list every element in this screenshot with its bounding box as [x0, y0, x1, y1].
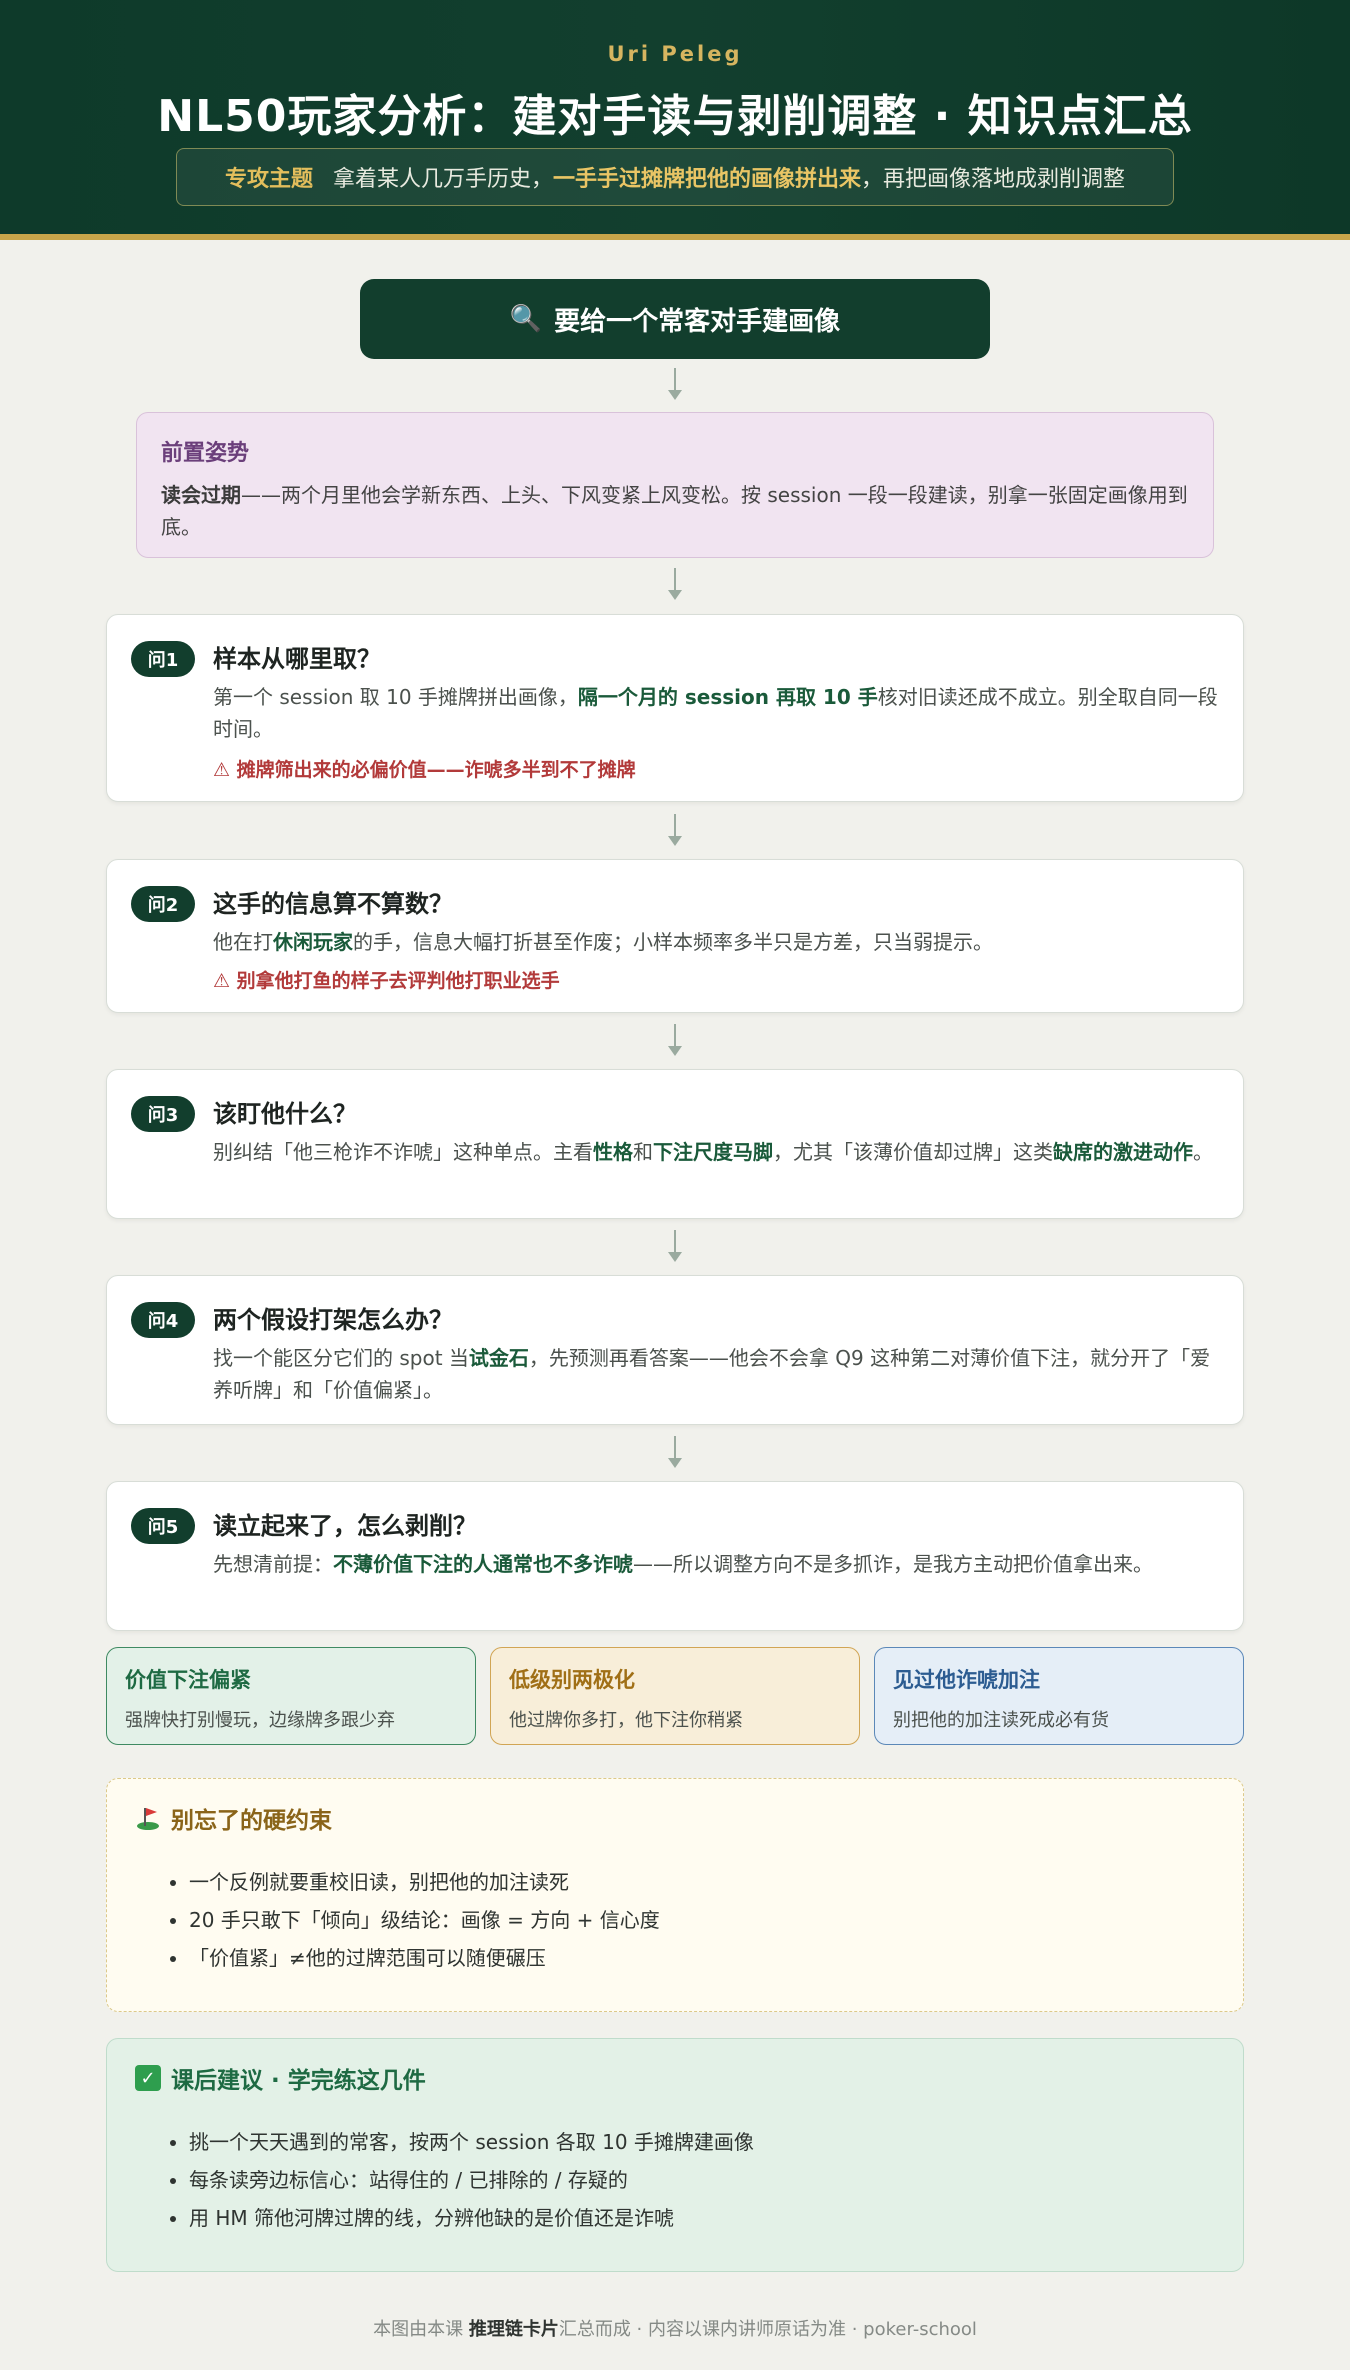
- body-bold: 缺席的激进动作: [1053, 1140, 1193, 1164]
- body-text: 他在打: [213, 930, 273, 954]
- body-text: 。: [1193, 1140, 1213, 1164]
- footer-bold: 推理链卡片: [468, 2319, 559, 2340]
- list-item: 每条读旁边标信心：站得住的 / 已排除的 / 存疑的: [189, 2161, 1215, 2199]
- footer: 本图由本课 推理链卡片汇总而成 · 内容以课内讲师原话为准 · poker-sc…: [0, 2315, 1350, 2341]
- body-bold: 不薄价值下注的人通常也不多诈唬: [333, 1552, 633, 1576]
- question-body: 第一个 session 取 10 手摊牌拼出画像，隔一个月的 session 再…: [213, 681, 1223, 745]
- footer-text: 汇总而成 · 内容以课内讲师原话为准 · poker-school: [558, 2319, 977, 2340]
- check-icon: ✓: [135, 2065, 161, 2091]
- body-bold: 性格: [593, 1140, 633, 1164]
- flow-arrow: [665, 1230, 685, 1266]
- list-item: 一个反例就要重校旧读，别把他的加注读死: [189, 1863, 1215, 1901]
- question-title: 样本从哪里取？: [213, 645, 381, 673]
- topic-text-post: ，再把画像落地成剥削调整: [861, 167, 1126, 192]
- option-seen-bluff-raise: 见过他诈唬加注 别把他的加注读死成必有货: [874, 1647, 1244, 1745]
- question-warning: ⚠ 摊牌筛出来的必偏价值——诈唬多半到不了摊牌: [213, 759, 636, 781]
- magnifier-icon: 🔍: [509, 304, 543, 334]
- body-text: ——所以调整方向不是多抓诈，是我方主动把价值拿出来。: [633, 1552, 1153, 1576]
- question-card-2: 问2 这手的信息算不算数？ 他在打休闲玩家的手，信息大幅打折甚至作废；小样本频率…: [106, 859, 1244, 1013]
- body-text: 第一个 session 取 10 手摊牌拼出画像，: [213, 685, 578, 709]
- author-name: Uri Peleg: [607, 42, 743, 66]
- question-card-1: 问1 样本从哪里取？ 第一个 session 取 10 手摊牌拼出画像，隔一个月…: [106, 614, 1244, 802]
- constraints-box: 别忘了的硬约束 一个反例就要重校旧读，别把他的加注读死 20 手只敢下「倾向」级…: [106, 1778, 1244, 2012]
- body-text: ，尤其「该薄价值却过牌」这类: [773, 1140, 1053, 1164]
- question-badge: 问2: [131, 886, 195, 922]
- question-card-4: 问4 两个假设打架怎么办？ 找一个能区分它们的 spot 当试金石，先预测再看答…: [106, 1275, 1244, 1425]
- topic-tag: 专攻主题: [224, 167, 313, 192]
- question-title: 该盯他什么？: [213, 1100, 357, 1128]
- body-bold: 休闲玩家: [273, 930, 353, 954]
- topic-text-pre: 拿着某人几万手历史，: [332, 167, 553, 192]
- constraints-title-row: 别忘了的硬约束: [135, 1801, 1215, 1835]
- question-badge: 问3: [131, 1096, 195, 1132]
- option-title: 价值下注偏紧: [125, 1668, 251, 1692]
- body-text: 找一个能区分它们的 spot 当: [213, 1346, 469, 1370]
- prerequisite-bold: 读会过期: [161, 483, 241, 507]
- question-body: 找一个能区分它们的 spot 当试金石，先预测再看答案——他会不会拿 Q9 这种…: [213, 1342, 1223, 1406]
- body-text: 先想清前提：: [213, 1552, 333, 1576]
- option-value-tight: 价值下注偏紧 强牌快打别慢玩，边缘牌多跟少弃: [106, 1647, 476, 1745]
- topic-bar: 专攻主题 拿着某人几万手历史， 一手手过摊牌把他的画像拼出来 ，再把画像落地成剥…: [176, 148, 1174, 206]
- list-item: 20 手只敢下「倾向」级结论：画像 = 方向 + 信心度: [189, 1901, 1215, 1939]
- question-warning: ⚠ 别拿他打鱼的样子去评判他打职业选手: [213, 970, 560, 992]
- body-bold: 隔一个月的 session 再取 10 手: [577, 685, 878, 709]
- body-bold: 试金石: [468, 1346, 529, 1370]
- question-title: 两个假设打架怎么办？: [213, 1306, 453, 1334]
- body-text: 和: [633, 1140, 653, 1164]
- question-title: 这手的信息算不算数？: [213, 890, 453, 918]
- topic-text-highlight: 一手手过摊牌把他的画像拼出来: [553, 167, 862, 192]
- header-banner: Uri Peleg NL50玩家分析：建对手读与剥削调整 · 知识点汇总 专攻主…: [0, 0, 1350, 240]
- advice-list: 挑一个天天遇到的常客，按两个 session 各取 10 手摊牌建画像 每条读旁…: [189, 2123, 1215, 2237]
- option-desc: 别把他的加注读死成必有货: [893, 1710, 1109, 1731]
- prerequisite-box: 前置姿势 读会过期——两个月里他会学新东西、上头、下风变紧上风变松。按 sess…: [136, 412, 1214, 558]
- prerequisite-body: 读会过期——两个月里他会学新东西、上头、下风变紧上风变松。按 session 一…: [161, 479, 1189, 543]
- list-item: 挑一个天天遇到的常客，按两个 session 各取 10 手摊牌建画像: [189, 2123, 1215, 2161]
- prerequisite-text: ——两个月里他会学新东西、上头、下风变紧上风变松。按 session 一段一段建…: [161, 483, 1188, 539]
- advice-title: 课后建议 · 学完练这几件: [171, 2068, 426, 2094]
- body-text: 别纠结「他三枪诈不诈唬」这种单点。主看: [213, 1140, 593, 1164]
- question-body: 他在打休闲玩家的手，信息大幅打折甚至作废；小样本频率多半只是方差，只当弱提示。: [213, 926, 1223, 958]
- list-item: 「价值紧」≠他的过牌范围可以随便碾压: [189, 1939, 1215, 1977]
- advice-title-row: ✓ 课后建议 · 学完练这几件: [135, 2061, 1215, 2095]
- question-body: 别纠结「他三枪诈不诈唬」这种单点。主看性格和下注尺度马脚，尤其「该薄价值却过牌」…: [213, 1136, 1223, 1168]
- flow-arrow: [665, 368, 685, 404]
- constraints-list: 一个反例就要重校旧读，别把他的加注读死 20 手只敢下「倾向」级结论：画像 = …: [189, 1863, 1215, 1977]
- flow-arrow: [665, 1436, 685, 1472]
- question-badge: 问5: [131, 1508, 195, 1544]
- question-title: 读立起来了，怎么剥削？: [213, 1512, 477, 1540]
- body-bold: 下注尺度马脚: [653, 1140, 773, 1164]
- page-title: NL50玩家分析：建对手读与剥削调整 · 知识点汇总: [157, 91, 1193, 142]
- flag-icon: [137, 1808, 159, 1830]
- question-body: 先想清前提：不薄价值下注的人通常也不多诈唬——所以调整方向不是多抓诈，是我方主动…: [213, 1548, 1223, 1580]
- flow-arrow: [665, 568, 685, 604]
- option-title: 见过他诈唬加注: [893, 1668, 1040, 1692]
- question-card-5: 问5 读立起来了，怎么剥削？ 先想清前提：不薄价值下注的人通常也不多诈唬——所以…: [106, 1481, 1244, 1631]
- question-badge: 问4: [131, 1302, 195, 1338]
- flow-arrow: [665, 814, 685, 850]
- prerequisite-title: 前置姿势: [161, 441, 250, 466]
- constraints-title: 别忘了的硬约束: [171, 1808, 332, 1834]
- advice-box: ✓ 课后建议 · 学完练这几件 挑一个天天遇到的常客，按两个 session 各…: [106, 2038, 1244, 2272]
- option-title: 低级别两极化: [509, 1668, 635, 1692]
- body-text: 的手，信息大幅打折甚至作废；小样本频率多半只是方差，只当弱提示。: [353, 930, 993, 954]
- start-node: 🔍 要给一个常客对手建画像: [360, 279, 990, 359]
- start-label: 要给一个常客对手建画像: [554, 306, 841, 337]
- list-item: 用 HM 筛他河牌过牌的线，分辨他缺的是价值还是诈唬: [189, 2199, 1215, 2237]
- footer-text: 本图由本课: [373, 2319, 469, 2340]
- option-low-stakes-polarized: 低级别两极化 他过牌你多打，他下注你稍紧: [490, 1647, 860, 1745]
- option-desc: 强牌快打别慢玩，边缘牌多跟少弃: [125, 1710, 395, 1731]
- option-desc: 他过牌你多打，他下注你稍紧: [509, 1710, 743, 1731]
- flow-arrow: [665, 1024, 685, 1060]
- question-card-3: 问3 该盯他什么？ 别纠结「他三枪诈不诈唬」这种单点。主看性格和下注尺度马脚，尤…: [106, 1069, 1244, 1219]
- question-badge: 问1: [131, 641, 195, 677]
